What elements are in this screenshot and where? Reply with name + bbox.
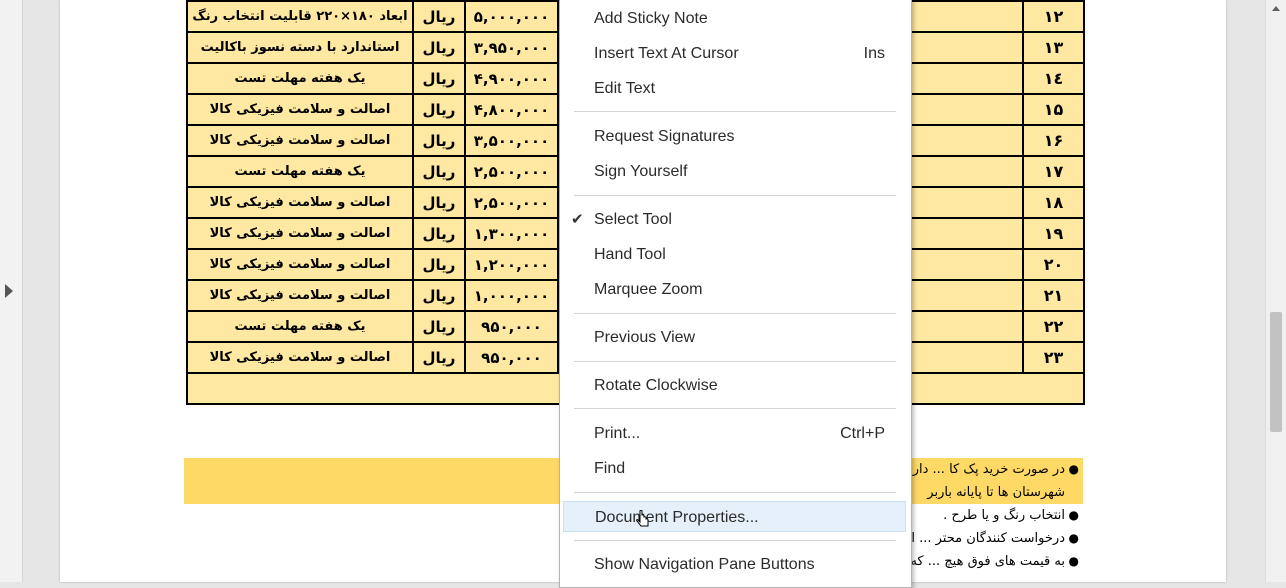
menu-separator [574,361,896,362]
bullet-icon: ● [1068,508,1079,522]
scroll-thumb[interactable] [1270,312,1282,432]
cell-currency: ریال [412,62,466,95]
cell-warranty-note: یک هفته مهلت تست [186,62,414,95]
cell-row-number: ۱۵ [1022,93,1085,126]
cell-warranty-note: استاندارد با دسته نسوز باکالیت [186,31,414,64]
menu-item-label: Add Sticky Note [594,10,708,27]
cell-row-number: ۲۳ [1022,341,1085,374]
menu-item-document-properties[interactable]: Document Properties... [563,501,906,532]
menu-item-request-signatures[interactable]: Request Signatures [563,121,906,152]
cell-warranty-note: یک هفته مهلت تست [186,155,414,188]
cell-currency: ریال [412,186,466,219]
cell-row-number: ۲۲ [1022,310,1085,343]
cell-price: ۴,۹۰۰,۰۰۰ [464,62,559,95]
cell-currency: ریال [412,124,466,157]
bullet-icon: ● [1068,531,1079,545]
cell-currency: ریال [412,31,466,64]
menu-item-label: Select Tool [594,211,672,228]
menu-separator [574,313,896,314]
cell-currency: ریال [412,93,466,126]
menu-item-label: Print... [594,425,641,442]
menu-item-find[interactable]: Find [563,453,906,484]
cell-price: ۹۵۰,۰۰۰ [464,310,559,343]
cell-price: ۱,۰۰۰,۰۰۰ [464,279,559,312]
menu-separator [574,111,896,112]
menu-item-label: Rotate Clockwise [594,377,718,394]
scroll-up-arrow-icon[interactable] [1272,6,1280,11]
cell-warranty-note: اصالت و سلامت فیزیکی کالا [186,217,414,250]
menu-item-label: Edit Text [594,80,656,97]
cell-currency: ریال [412,341,466,374]
menu-item-label: Marquee Zoom [594,281,703,298]
cell-warranty-note: اصالت و سلامت فیزیکی کالا [186,186,414,219]
cell-price: ۲,۵۰۰,۰۰۰ [464,186,559,219]
menu-item-insert-text-at-cursor[interactable]: Insert Text At Cursor Ins [563,38,906,69]
cell-price: ۲,۵۰۰,۰۰۰ [464,155,559,188]
cell-warranty-note: اصالت و سلامت فیزیکی کالا [186,93,414,126]
cell-row-number: ۱۹ [1022,217,1085,250]
menu-item-edit-text[interactable]: Edit Text [563,73,906,104]
cell-warranty-note: یک هفته مهلت تست [186,310,414,343]
cell-warranty-note: اصالت و سلامت فیزیکی کالا [186,124,414,157]
note-text: انتخاب رنگ و یا طرح . [943,508,1065,523]
menu-item-select-tool[interactable]: ✔ Select Tool [563,204,906,235]
menu-item-sign-yourself[interactable]: Sign Yourself [563,156,906,187]
menu-item-hand-tool[interactable]: Hand Tool [563,239,906,270]
menu-item-shortcut: Ctrl+P [840,425,885,442]
cell-row-number: ۲۰ [1022,248,1085,281]
menu-item-show-navigation-pane-buttons[interactable]: Show Navigation Pane Buttons [563,549,906,580]
menu-item-marquee-zoom[interactable]: Marquee Zoom [563,274,906,305]
bullet-icon: ● [1068,554,1079,568]
cell-price: ۱,۲۰۰,۰۰۰ [464,248,559,281]
cell-row-number: ۱۶ [1022,124,1085,157]
cell-warranty-note: اصالت و سلامت فیزیکی کالا [186,341,414,374]
menu-separator [574,195,896,196]
menu-item-label: Previous View [594,329,696,346]
vertical-scrollbar[interactable] [1265,0,1286,582]
menu-item-label: Insert Text At Cursor [594,45,739,62]
cell-price: ۴,۸۰۰,۰۰۰ [464,93,559,126]
cell-row-number: ۱۷ [1022,155,1085,188]
menu-separator [574,540,896,541]
cell-price: ۱,۳۰۰,۰۰۰ [464,217,559,250]
context-menu: Add Sticky Note Insert Text At Cursor Ins E… [559,0,912,588]
menu-item-label: Find [594,460,626,477]
bullet-icon: ● [1068,462,1079,476]
menu-item-add-sticky-note[interactable]: Add Sticky Note [563,3,906,34]
menu-item-rotate-clockwise[interactable]: Rotate Clockwise [563,370,906,401]
menu-item-label: Request Signatures [594,128,735,145]
cell-currency: ریال [412,248,466,281]
menu-item-print[interactable]: Print... Ctrl+P [563,418,906,449]
cell-warranty-note: اصالت و سلامت فیزیکی کالا [186,279,414,312]
cell-currency: ریال [412,279,466,312]
menu-item-label: Hand Tool [594,246,666,263]
menu-separator [574,408,896,409]
cell-row-number: ۱٤ [1022,62,1085,95]
cell-row-number: ۱۳ [1022,31,1085,64]
cell-row-number: ۱۸ [1022,186,1085,219]
expand-panel-icon[interactable] [5,284,13,298]
cell-row-number: ۱۲ [1022,0,1085,33]
cell-price: ۳,۹۵۰,۰۰۰ [464,31,559,64]
menu-item-previous-view[interactable]: Previous View [563,322,906,353]
left-panel [0,0,23,582]
checkmark-icon: ✔ [571,211,584,228]
menu-item-label: Sign Yourself [594,163,688,180]
menu-item-label: Document Properties... [595,509,759,526]
cell-warranty-note: اصالت و سلامت فیزیکی کالا [186,248,414,281]
mouse-cursor-icon [636,510,649,527]
cell-currency: ریال [412,155,466,188]
menu-item-shortcut: Ins [863,45,885,62]
menu-separator [574,492,896,493]
cell-row-number: ۲۱ [1022,279,1085,312]
cell-currency: ریال [412,0,466,33]
menu-item-label: Show Navigation Pane Buttons [594,556,815,573]
cell-warranty-note: ابعاد ۱۸۰×۲۲۰ قابلیت انتخاب رنگ [186,0,414,33]
cell-price: ۵,۰۰۰,۰۰۰ [464,0,559,33]
note-text: شهرستان ها تا پایانه باربر [927,485,1065,500]
cell-price: ۳,۵۰۰,۰۰۰ [464,124,559,157]
cell-price: ۹۵۰,۰۰۰ [464,341,559,374]
cell-currency: ریال [412,217,466,250]
cell-currency: ریال [412,310,466,343]
